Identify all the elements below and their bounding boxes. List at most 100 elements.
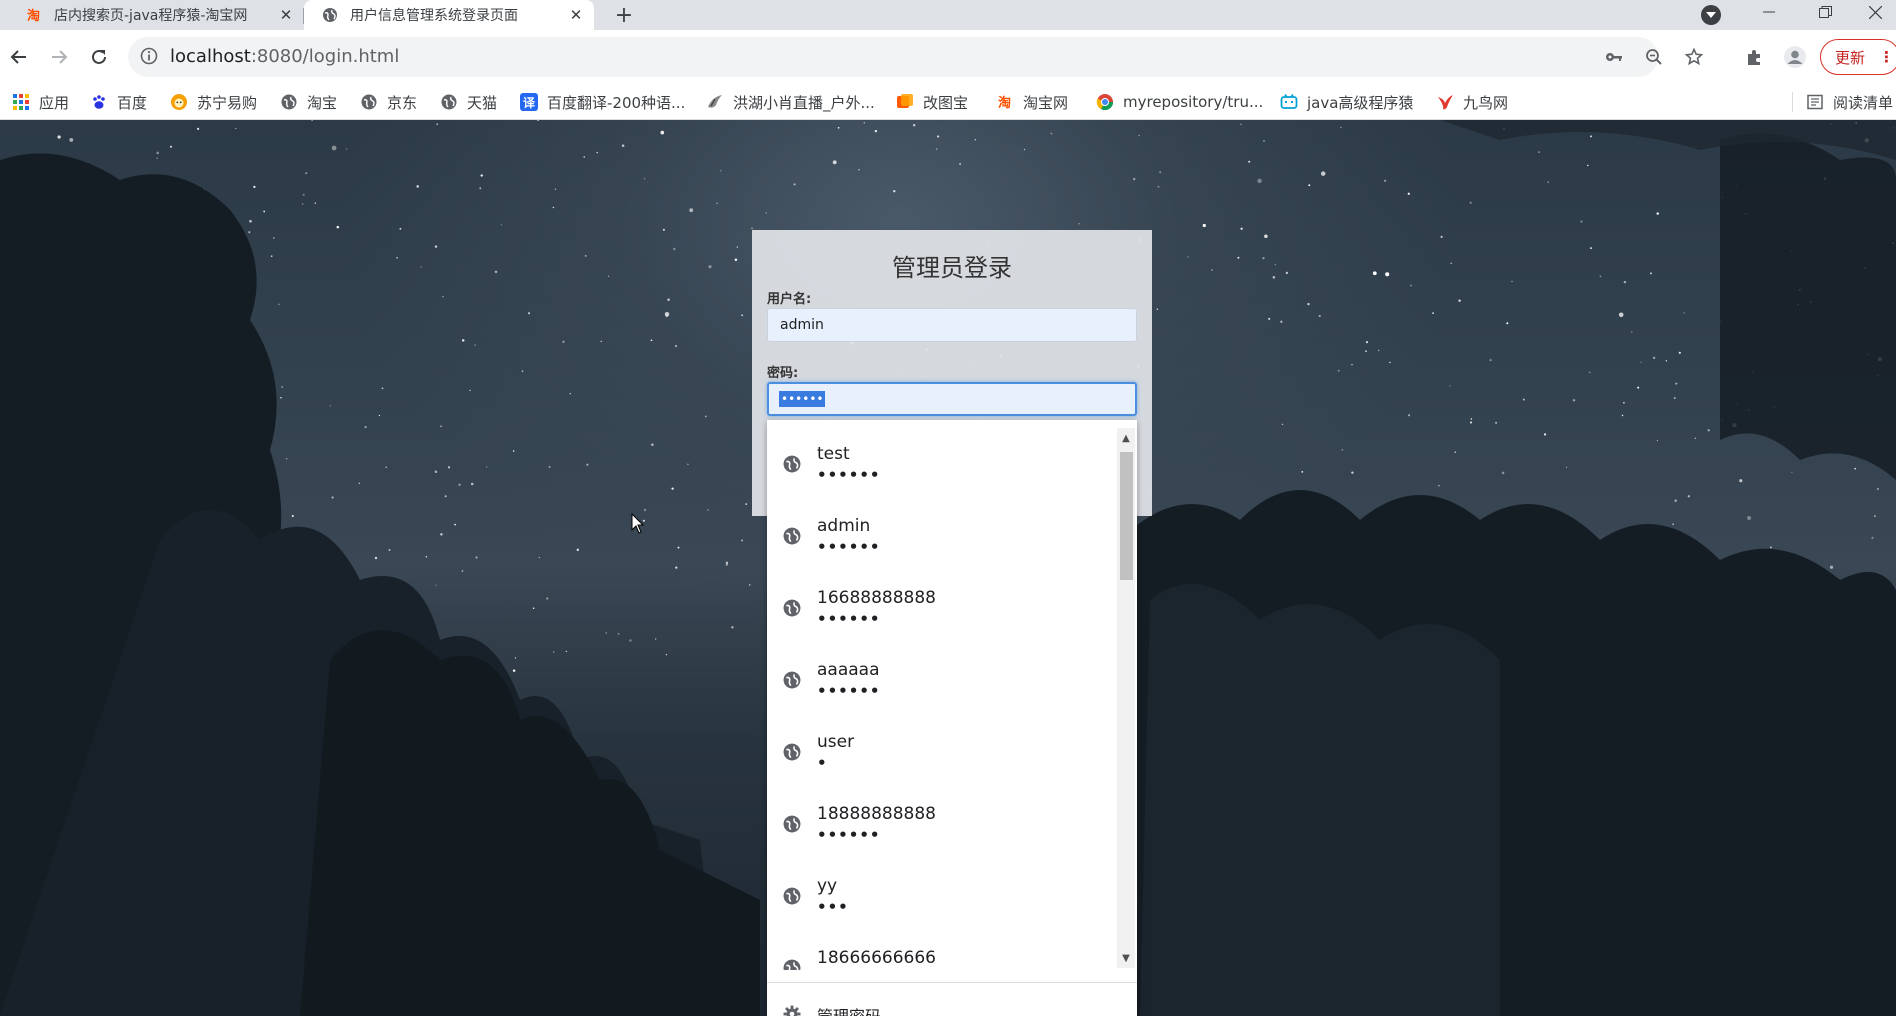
svg-text:淘: 淘: [998, 95, 1011, 110]
bookmark-suning[interactable]: 苏宁易购: [170, 91, 257, 113]
saved-username: yy: [817, 876, 838, 896]
bookmark-tmall[interactable]: 天猫: [440, 91, 497, 113]
tab-login-page[interactable]: 用户信息管理系统登录页面 ✕: [304, 0, 594, 30]
url-path: :8080/login.html: [250, 46, 400, 67]
bookmark-label: 九鸟网: [1463, 93, 1509, 112]
globe-icon: [360, 93, 378, 111]
bookmark-java-senior[interactable]: java高级程序猿: [1280, 91, 1413, 113]
apps-grid-icon: [12, 93, 30, 111]
bookmark-myrepository[interactable]: myrepository/tru...: [1096, 91, 1263, 113]
globe-icon: [783, 527, 801, 545]
password-value: ••••••: [779, 391, 826, 407]
list-item[interactable]: test ••••••: [767, 428, 1117, 500]
url-host: localhost: [170, 46, 251, 67]
taobao-icon: 淘: [26, 7, 42, 23]
bookmark-honghu-live[interactable]: 洪湖小肖直播_户外...: [706, 91, 875, 113]
chrome-icon: [1096, 93, 1114, 111]
scroll-down-arrow-icon[interactable]: ▼: [1117, 950, 1135, 966]
bookmark-baidu-translate[interactable]: 译 百度翻译-200种语...: [520, 91, 685, 113]
globe-icon: [783, 959, 801, 970]
taobao-icon: 淘: [996, 93, 1014, 111]
dropdown-scrollbar[interactable]: ▲ ▼: [1117, 428, 1135, 968]
saved-username: user: [817, 732, 855, 752]
update-button[interactable]: 更新 ⋮: [1820, 39, 1896, 75]
list-item[interactable]: user •: [767, 716, 1117, 788]
bookmark-taobao-net[interactable]: 淘 淘宝网: [996, 91, 1068, 113]
saved-password-mask: •••: [817, 898, 849, 916]
list-item[interactable]: yy •••: [767, 860, 1117, 932]
site-info-icon[interactable]: [140, 47, 160, 67]
username-input[interactable]: admin: [767, 308, 1137, 342]
bookmark-label: 应用: [39, 93, 70, 112]
bookmarks-bar: 应用 百度 苏宁易购 淘宝 京东 天猫 译 百度翻译-200种语... 洪湖小肖…: [0, 84, 1896, 120]
new-tab-plus-icon[interactable]: +: [612, 3, 636, 28]
tab-title: 用户信息管理系统登录页面: [350, 8, 518, 24]
key-icon[interactable]: [1604, 47, 1624, 67]
bookmark-taobao[interactable]: 淘宝: [280, 91, 337, 113]
minimize-icon[interactable]: [1746, 0, 1792, 24]
restore-icon[interactable]: [1802, 0, 1848, 24]
extensions-puzzle-icon[interactable]: [1744, 46, 1766, 68]
zoom-icon[interactable]: [1644, 47, 1664, 67]
saved-credentials-list: test •••••• admin •••••• 16688888888 •••…: [767, 420, 1117, 970]
saved-username: 18888888888: [817, 804, 936, 824]
bookmark-jd[interactable]: 京东: [360, 91, 417, 113]
tab-close-icon[interactable]: ✕: [276, 5, 296, 25]
update-label: 更新: [1835, 48, 1866, 67]
saved-username: 18666666666: [817, 948, 936, 968]
bookmark-gaitubao[interactable]: 改图宝: [896, 91, 968, 113]
bookmark-label: 百度翻译-200种语...: [547, 93, 686, 112]
mouse-pointer-icon: [631, 513, 645, 535]
bookmark-jiuniao[interactable]: 九鸟网: [1436, 91, 1508, 113]
more-menu-icon[interactable]: ⋮: [1879, 48, 1894, 66]
globe-icon: [783, 599, 801, 617]
bilibili-icon: [1280, 93, 1298, 111]
address-bar[interactable]: localhost:8080/login.html: [128, 37, 1703, 77]
tab-close-icon[interactable]: ✕: [566, 5, 586, 25]
globe-icon: [783, 887, 801, 905]
tab-search-chevron-icon[interactable]: [1701, 5, 1721, 25]
reading-list-icon: [1806, 93, 1824, 111]
username-label: 用户名:: [767, 292, 812, 307]
bookmark-baidu[interactable]: 百度: [90, 91, 147, 113]
reload-icon[interactable]: [84, 42, 114, 72]
gaitubao-icon: [896, 93, 914, 111]
suning-lion-icon: [170, 93, 188, 111]
bookmark-apps[interactable]: 应用: [12, 91, 69, 113]
bookmark-star-icon[interactable]: [1684, 47, 1704, 67]
browser-toolbar: localhost:8080/login.html 更新 ⋮: [0, 30, 1896, 84]
saved-password-mask: ••••••: [817, 826, 881, 844]
forward-arrow-icon[interactable]: [44, 42, 74, 72]
saved-username: 16688888888: [817, 588, 936, 608]
globe-icon: [322, 7, 338, 23]
globe-icon: [440, 93, 458, 111]
tab-taobao-search[interactable]: 淘 店内搜索页-java程序猿-淘宝网 ✕: [8, 0, 304, 30]
bookmark-label: java高级程序猿: [1307, 93, 1414, 112]
manage-passwords-item[interactable]: 管理密码...: [767, 982, 1137, 1016]
password-autofill-dropdown: test •••••• admin •••••• 16688888888 •••…: [767, 420, 1137, 1016]
bookmark-label: 洪湖小肖直播_户外...: [733, 93, 875, 112]
list-item[interactable]: 18888888888 ••••••: [767, 788, 1117, 860]
globe-icon: [783, 815, 801, 833]
bookmark-reading-list[interactable]: 阅读清单: [1806, 91, 1893, 113]
globe-icon: [783, 455, 801, 473]
globe-icon: [783, 671, 801, 689]
saved-password-mask: ••••••: [817, 682, 881, 700]
baidu-paw-icon: [90, 93, 108, 111]
scrollbar-thumb[interactable]: [1120, 452, 1133, 580]
gear-icon: [783, 1005, 801, 1016]
list-item[interactable]: aaaaaa ••••••: [767, 644, 1117, 716]
password-input[interactable]: ••••••: [767, 382, 1137, 416]
list-item[interactable]: admin ••••••: [767, 500, 1117, 572]
list-item[interactable]: 18666666666: [767, 932, 1117, 970]
bookmark-label: 阅读清单: [1833, 93, 1894, 112]
list-item[interactable]: 16688888888 ••••••: [767, 572, 1117, 644]
profile-avatar-icon[interactable]: [1784, 46, 1806, 68]
scroll-up-arrow-icon[interactable]: ▲: [1117, 430, 1135, 446]
back-arrow-icon[interactable]: [4, 42, 34, 72]
saved-username: test: [817, 444, 850, 464]
close-window-icon[interactable]: [1852, 0, 1896, 24]
globe-icon: [280, 93, 298, 111]
login-title: 管理员登录: [892, 254, 1012, 282]
tab-title: 店内搜索页-java程序猿-淘宝网: [54, 8, 248, 24]
